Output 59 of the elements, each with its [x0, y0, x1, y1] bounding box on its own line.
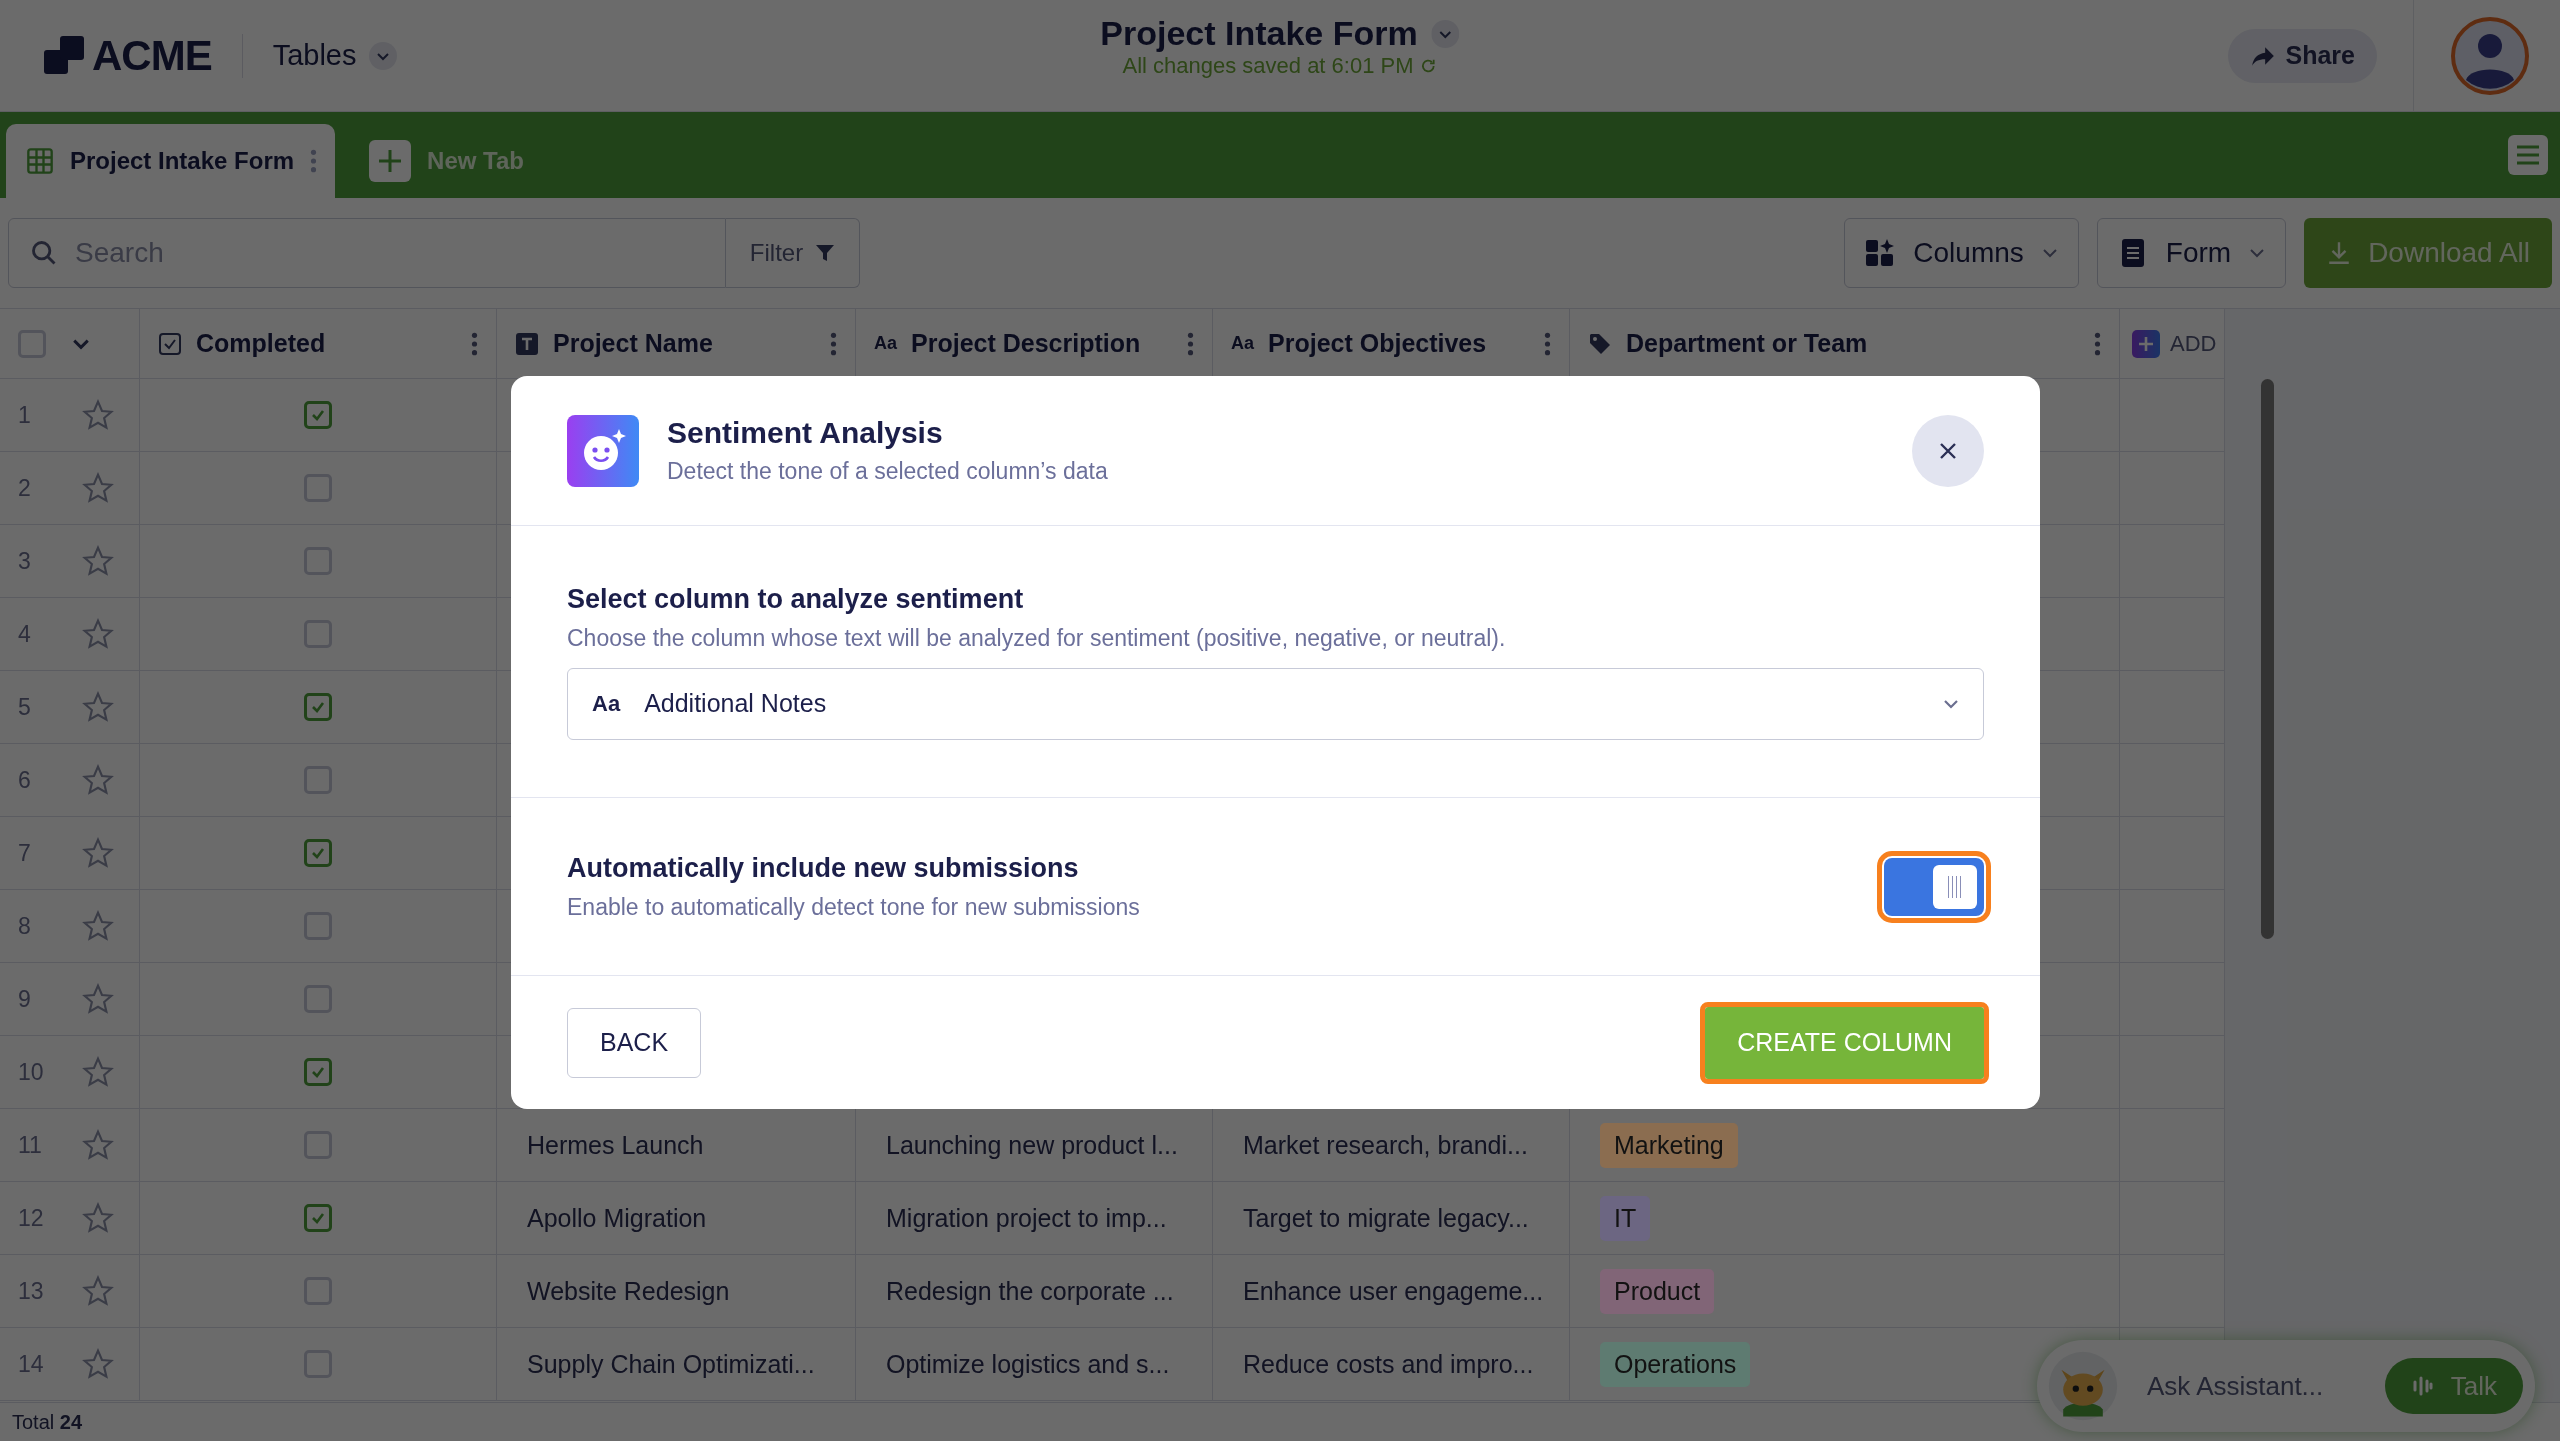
share-button[interactable]: Share	[2227, 28, 2377, 83]
talk-button[interactable]: Talk	[2384, 1358, 2523, 1414]
form-title: Project Intake Form	[1100, 14, 1418, 53]
row-number: 7	[18, 839, 32, 867]
row-number: 11	[18, 1131, 42, 1159]
back-button[interactable]: BACK	[567, 1007, 702, 1078]
logo-text: ACME	[92, 31, 212, 80]
total-count: Total 24	[12, 1410, 83, 1434]
table-cell: Redesign the corporate ...	[856, 1255, 1213, 1328]
row-number: 8	[18, 912, 32, 940]
column-title: Project Name	[553, 329, 714, 358]
type-glyph: Aa	[1231, 333, 1254, 354]
department-tag: Product	[1600, 1268, 1715, 1314]
dialog-title: Sentiment Analysis	[667, 416, 944, 450]
section-description: Enable to automatically detect tone for new submissions	[567, 893, 1140, 921]
table-cell: Migration project to imp...	[856, 1182, 1213, 1255]
row-number: 3	[18, 547, 32, 575]
save-status: All changes saved at 6:01 PM	[1122, 53, 1414, 79]
table-cell: Supply Chain Optimizati...	[497, 1328, 856, 1401]
column-title: Department or Team	[1626, 329, 1869, 358]
column-title: Project Description	[911, 329, 1142, 358]
row-number: 9	[18, 985, 32, 1013]
column-header[interactable]: Completed	[140, 309, 497, 379]
row-number: 13	[18, 1277, 42, 1305]
column-title: Project Objectives	[1268, 329, 1488, 358]
form-button[interactable]: Form	[2096, 218, 2287, 288]
department-tag: IT	[1600, 1195, 1651, 1241]
section-description: Choose the column whose text will be analyzed for sentiment (positive, negative, or neutral).	[567, 624, 1507, 652]
new-tab-button[interactable]: New Tab	[349, 124, 542, 198]
type-glyph: Aa	[874, 333, 897, 354]
row-number: 4	[18, 620, 32, 648]
table-cell: Enhance user engageme...	[1213, 1255, 1570, 1328]
assistant-bar[interactable]: Ask Assistant... Talk	[2037, 1340, 2535, 1432]
add-column-button[interactable]: ADD	[2120, 309, 2225, 379]
department-tag: Marketing	[1600, 1122, 1738, 1168]
row-number: 1	[18, 401, 32, 429]
tables-dropdown[interactable]: Tables	[272, 39, 397, 72]
columns-button[interactable]: Columns	[1844, 218, 2079, 288]
row-number: 2	[18, 474, 32, 502]
dialog-subtitle: Detect the tone of a selected column’s data	[667, 458, 1109, 485]
table-cell: Apollo Migration	[497, 1182, 856, 1255]
column-select[interactable]: Aa Additional Notes	[567, 667, 1984, 740]
section-title: Automatically include new submissions	[567, 852, 1080, 884]
department-tag: Operations	[1600, 1341, 1751, 1387]
table-tab[interactable]: Project Intake Form	[6, 124, 336, 198]
table-cell: Website Redesign	[497, 1255, 856, 1328]
assistant-placeholder: Ask Assistant...	[2147, 1370, 2325, 1402]
row-number: 14	[18, 1350, 42, 1378]
row-number: 10	[18, 1058, 42, 1086]
row-number: 12	[18, 1204, 42, 1232]
row-number: 5	[18, 693, 32, 721]
section-title: Select column to analyze sentiment	[567, 583, 1025, 615]
column-title: Completed	[196, 329, 327, 358]
type-glyph: Aa	[592, 690, 621, 717]
table-cell: Optimize logistics and s...	[856, 1328, 1213, 1401]
row-number: 6	[18, 766, 32, 794]
table-cell: Reduce costs and impro...	[1213, 1328, 1570, 1401]
table-cell: Target to migrate legacy...	[1213, 1182, 1570, 1255]
filter-button[interactable]: Filter	[726, 218, 860, 288]
